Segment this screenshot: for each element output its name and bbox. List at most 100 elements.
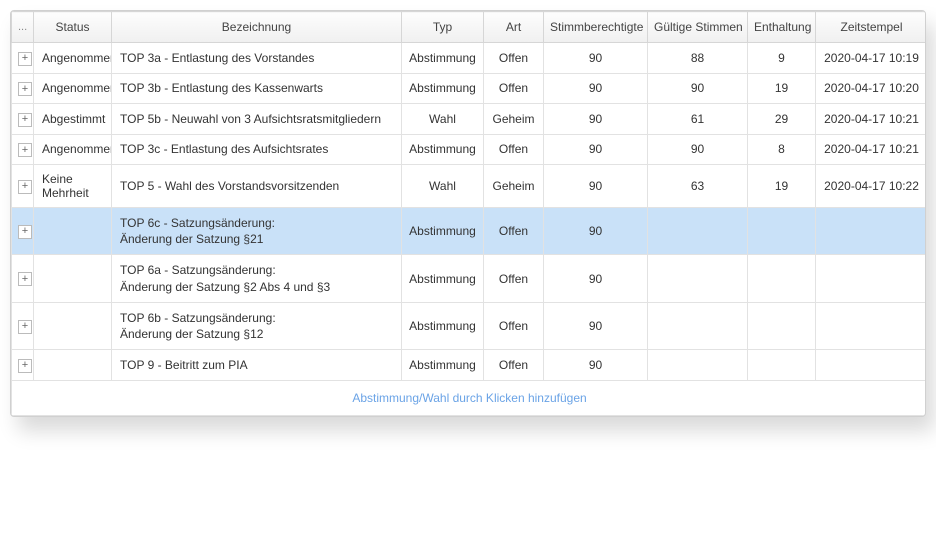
cell-enthaltung: 9 xyxy=(748,43,816,74)
cell-gueltige: 90 xyxy=(648,134,748,165)
column-header-expander[interactable]: ... xyxy=(12,12,34,43)
column-header-bezeichnung[interactable]: Bezeichnung xyxy=(112,12,402,43)
cell-zeitstempel xyxy=(816,302,927,349)
table-row[interactable]: +AngenommenTOP 3b - Entlastung des Kasse… xyxy=(12,73,927,104)
table-row[interactable]: +AngenommenTOP 3a - Entlastung des Vorst… xyxy=(12,43,927,74)
cell-status: Keine Mehrheit xyxy=(34,165,112,208)
cell-bezeichnung: TOP 6c - Satzungsänderung:Änderung der S… xyxy=(112,208,402,255)
expand-cell: + xyxy=(12,165,34,208)
cell-status xyxy=(34,350,112,381)
expand-cell: + xyxy=(12,43,34,74)
cell-art: Offen xyxy=(484,302,544,349)
cell-gueltige xyxy=(648,302,748,349)
cell-stimmberechtigte: 90 xyxy=(544,73,648,104)
table-row[interactable]: +AbgestimmtTOP 5b - Neuwahl von 3 Aufsic… xyxy=(12,104,927,135)
cell-gueltige: 61 xyxy=(648,104,748,135)
cell-status xyxy=(34,255,112,302)
cell-zeitstempel: 2020-04-17 10:21 xyxy=(816,134,927,165)
expand-row-button[interactable]: + xyxy=(18,359,32,373)
table-footer-row: Abstimmung/Wahl durch Klicken hinzufügen xyxy=(12,380,927,415)
cell-typ: Abstimmung xyxy=(402,302,484,349)
table-row[interactable]: +AngenommenTOP 3c - Entlastung des Aufsi… xyxy=(12,134,927,165)
cell-status: Angenommen xyxy=(34,43,112,74)
cell-zeitstempel: 2020-04-17 10:22 xyxy=(816,165,927,208)
voting-table: ... Status Bezeichnung Typ Art Stimmbere… xyxy=(11,11,926,416)
expand-row-button[interactable]: + xyxy=(18,113,32,127)
cell-gueltige xyxy=(648,350,748,381)
column-header-art[interactable]: Art xyxy=(484,12,544,43)
cell-stimmberechtigte: 90 xyxy=(544,104,648,135)
cell-enthaltung: 19 xyxy=(748,165,816,208)
cell-typ: Wahl xyxy=(402,165,484,208)
expand-row-button[interactable]: + xyxy=(18,272,32,286)
cell-enthaltung xyxy=(748,255,816,302)
expand-cell: + xyxy=(12,208,34,255)
cell-enthaltung xyxy=(748,350,816,381)
add-voting-link[interactable]: Abstimmung/Wahl durch Klicken hinzufügen xyxy=(352,391,586,405)
cell-status: Angenommen xyxy=(34,134,112,165)
cell-zeitstempel: 2020-04-17 10:20 xyxy=(816,73,927,104)
cell-stimmberechtigte: 90 xyxy=(544,165,648,208)
cell-enthaltung xyxy=(748,208,816,255)
expand-cell: + xyxy=(12,302,34,349)
cell-bezeichnung: TOP 6a - Satzungsänderung:Änderung der S… xyxy=(112,255,402,302)
column-header-stimmberechtigte[interactable]: Stimmberechtigte xyxy=(544,12,648,43)
cell-typ: Abstimmung xyxy=(402,208,484,255)
cell-stimmberechtigte: 90 xyxy=(544,350,648,381)
table-row[interactable]: + TOP 6c - Satzungsänderung:Änderung der … xyxy=(12,208,927,255)
cell-art: Offen xyxy=(484,208,544,255)
expand-row-button[interactable]: + xyxy=(18,225,32,239)
cell-status: Abgestimmt xyxy=(34,104,112,135)
cell-gueltige: 90 xyxy=(648,73,748,104)
cell-gueltige xyxy=(648,255,748,302)
cell-typ: Abstimmung xyxy=(402,350,484,381)
table-row[interactable]: + TOP 6a - Satzungsänderung:Änderung der … xyxy=(12,255,927,302)
expand-cell: + xyxy=(12,104,34,135)
table-row[interactable]: +TOP 9 - Beitritt zum PIAAbstimmungOffen… xyxy=(12,350,927,381)
cell-stimmberechtigte: 90 xyxy=(544,134,648,165)
expand-cell: + xyxy=(12,255,34,302)
cell-art: Geheim xyxy=(484,165,544,208)
cell-stimmberechtigte: 90 xyxy=(544,208,648,255)
cell-enthaltung xyxy=(748,302,816,349)
cell-art: Offen xyxy=(484,134,544,165)
table-row[interactable]: +Keine MehrheitTOP 5 - Wahl des Vorstand… xyxy=(12,165,927,208)
expand-row-button[interactable]: + xyxy=(18,143,32,157)
expand-cell: + xyxy=(12,350,34,381)
cell-zeitstempel xyxy=(816,255,927,302)
cell-zeitstempel: 2020-04-17 10:21 xyxy=(816,104,927,135)
table-row[interactable]: + TOP 6b - Satzungsänderung:Änderung der … xyxy=(12,302,927,349)
cell-bezeichnung: TOP 5b - Neuwahl von 3 Aufsichtsratsmitg… xyxy=(112,104,402,135)
cell-typ: Abstimmung xyxy=(402,43,484,74)
expand-cell: + xyxy=(12,73,34,104)
column-header-zeitstempel[interactable]: Zeitstempel xyxy=(816,12,927,43)
cell-zeitstempel xyxy=(816,208,927,255)
cell-art: Offen xyxy=(484,73,544,104)
expand-row-button[interactable]: + xyxy=(18,82,32,96)
cell-typ: Abstimmung xyxy=(402,134,484,165)
expand-row-button[interactable]: + xyxy=(18,52,32,66)
cell-stimmberechtigte: 90 xyxy=(544,43,648,74)
cell-bezeichnung: TOP 3b - Entlastung des Kassenwarts xyxy=(112,73,402,104)
cell-bezeichnung: TOP 6b - Satzungsänderung:Änderung der S… xyxy=(112,302,402,349)
footer-cell: Abstimmung/Wahl durch Klicken hinzufügen xyxy=(12,380,927,415)
cell-zeitstempel xyxy=(816,350,927,381)
cell-gueltige xyxy=(648,208,748,255)
column-header-gueltige[interactable]: Gültige Stimmen xyxy=(648,12,748,43)
cell-bezeichnung: TOP 5 - Wahl des Vorstandsvorsitzenden xyxy=(112,165,402,208)
voting-table-container: ... Status Bezeichnung Typ Art Stimmbere… xyxy=(10,10,926,417)
cell-stimmberechtigte: 90 xyxy=(544,255,648,302)
column-header-enthaltung[interactable]: Enthaltung xyxy=(748,12,816,43)
cell-bezeichnung: TOP 3a - Entlastung des Vorstandes xyxy=(112,43,402,74)
column-header-status[interactable]: Status xyxy=(34,12,112,43)
cell-bezeichnung: TOP 9 - Beitritt zum PIA xyxy=(112,350,402,381)
expand-row-button[interactable]: + xyxy=(18,320,32,334)
cell-enthaltung: 19 xyxy=(748,73,816,104)
expand-row-button[interactable]: + xyxy=(18,180,32,194)
cell-status xyxy=(34,208,112,255)
cell-enthaltung: 8 xyxy=(748,134,816,165)
cell-typ: Wahl xyxy=(402,104,484,135)
column-header-typ[interactable]: Typ xyxy=(402,12,484,43)
cell-gueltige: 63 xyxy=(648,165,748,208)
cell-status xyxy=(34,302,112,349)
